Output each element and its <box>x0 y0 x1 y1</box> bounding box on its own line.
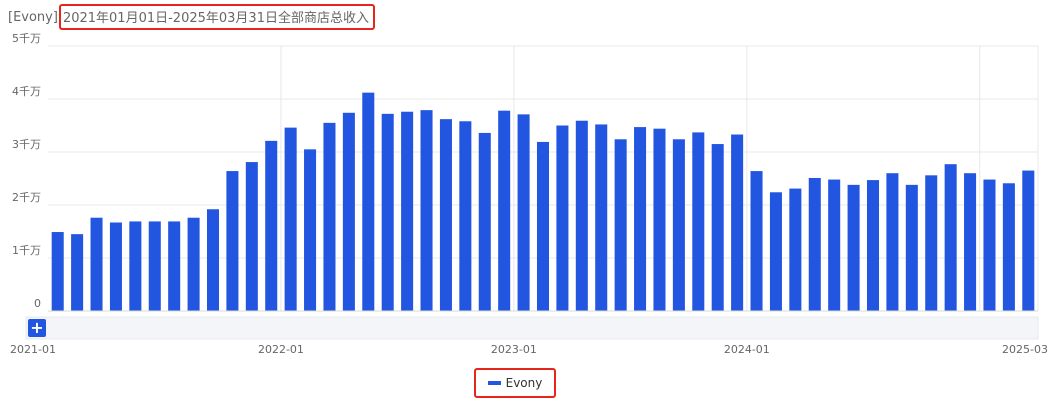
bar <box>866 180 880 311</box>
bar <box>1022 170 1035 311</box>
bar <box>575 120 588 311</box>
bar <box>905 184 918 311</box>
x-tick-label: 2023-01 <box>491 343 537 356</box>
bar <box>420 110 433 311</box>
bar <box>789 188 802 311</box>
bar <box>304 149 317 311</box>
y-tick-label: 1千万 <box>12 244 41 257</box>
bar <box>769 192 782 311</box>
bar <box>168 221 181 311</box>
bar <box>498 110 511 311</box>
bar <box>536 141 550 311</box>
bar <box>808 177 821 311</box>
bar <box>517 114 530 312</box>
bar <box>90 217 103 311</box>
bar <box>265 140 278 311</box>
y-tick-label: 0 <box>34 297 41 310</box>
bar <box>148 221 161 311</box>
y-tick-label: 2千万 <box>12 191 41 204</box>
bar <box>206 209 220 311</box>
bar <box>51 232 64 311</box>
bar <box>731 134 744 311</box>
bar <box>459 121 472 311</box>
bar <box>381 113 394 311</box>
zoom-expand-button[interactable]: + <box>28 319 46 337</box>
y-tick-label: 3千万 <box>12 138 41 151</box>
bar <box>284 127 297 312</box>
bar <box>129 221 142 311</box>
bar <box>711 144 724 311</box>
y-tick-label: 4千万 <box>12 85 41 98</box>
bar <box>692 132 705 311</box>
bar <box>925 175 938 311</box>
bar <box>595 124 608 311</box>
bar <box>187 217 200 311</box>
x-tick-label: 2024-01 <box>724 343 770 356</box>
bar <box>653 128 666 311</box>
bar <box>323 122 336 311</box>
bar <box>109 222 122 311</box>
bar <box>634 127 647 311</box>
bar <box>944 164 957 311</box>
bar <box>245 162 258 311</box>
bar-chart: 0 1千万 2千万 3千万 4千万 5千万 2021-01 2022-01 2023-01 202… <box>10 32 1048 356</box>
bar <box>556 125 569 311</box>
bar <box>226 171 239 311</box>
bar <box>71 234 84 311</box>
y-tick-label: 5千万 <box>12 32 41 45</box>
bar <box>847 184 860 311</box>
bar <box>672 139 685 311</box>
bar <box>828 179 841 311</box>
bar <box>401 111 414 311</box>
legend[interactable]: Evony <box>474 368 556 398</box>
bar <box>750 171 763 311</box>
bar <box>886 173 899 311</box>
bar <box>964 173 977 311</box>
x-tick-label: 2021-01 <box>10 343 56 356</box>
bar <box>478 132 491 311</box>
bar <box>983 179 996 311</box>
legend-swatch-icon <box>487 381 501 385</box>
bar <box>1002 183 1015 311</box>
bar <box>342 112 355 311</box>
legend-label: Evony <box>505 376 543 390</box>
bar <box>439 119 452 311</box>
x-tick-label: 2022-01 <box>258 343 304 356</box>
range-slider <box>25 316 1039 340</box>
bar <box>362 92 375 311</box>
x-tick-label: 2025-03 <box>1002 343 1048 356</box>
bar <box>614 139 627 311</box>
